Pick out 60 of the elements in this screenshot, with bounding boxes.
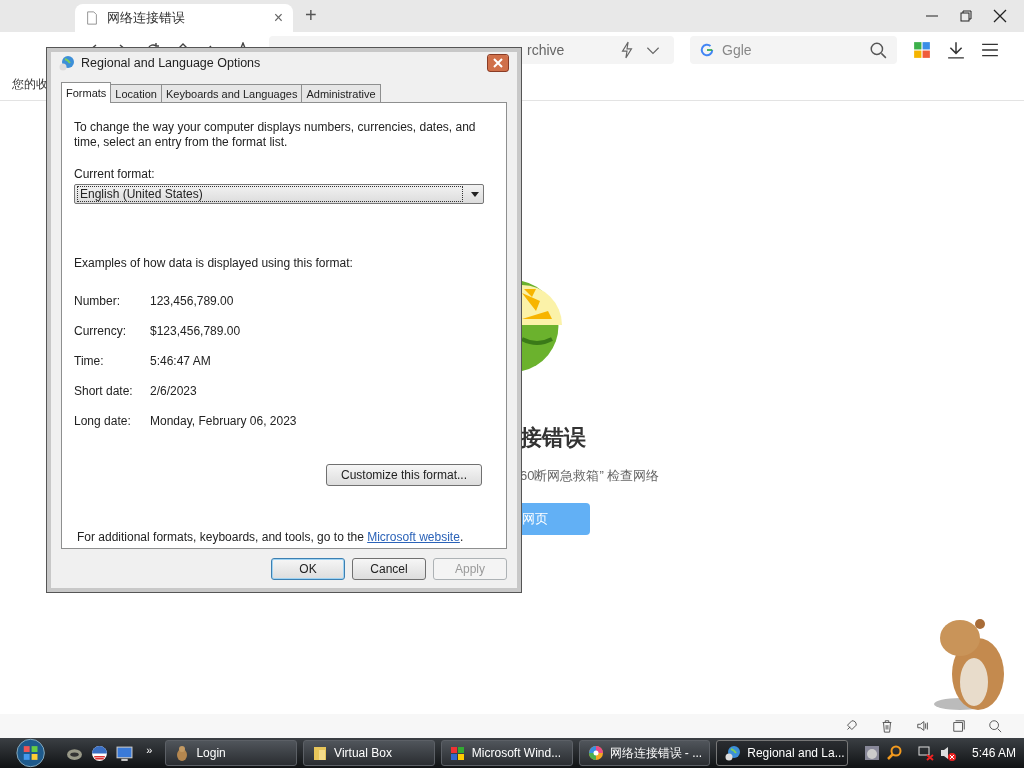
new-tab-button[interactable]: + bbox=[305, 3, 317, 27]
magnifier-icon[interactable] bbox=[885, 745, 902, 761]
taskbar-button[interactable]: Login bbox=[165, 740, 298, 766]
apps-grid-icon[interactable] bbox=[913, 41, 931, 59]
restore-icon[interactable] bbox=[958, 8, 974, 24]
window-icon[interactable] bbox=[952, 719, 966, 733]
taskbar-button[interactable]: Regional and La... bbox=[716, 740, 848, 766]
examples-label: Examples of how data is displayed using this format: bbox=[74, 256, 354, 270]
customize-button[interactable]: Customize this format... bbox=[326, 464, 482, 486]
overflow-button[interactable]: » bbox=[146, 744, 153, 756]
network-error-icon[interactable] bbox=[917, 745, 934, 761]
monitor-icon[interactable] bbox=[116, 744, 134, 762]
folder-icon bbox=[312, 745, 329, 761]
speaker-icon[interactable] bbox=[916, 719, 930, 733]
tab-close-button[interactable]: × bbox=[273, 9, 283, 27]
example-value: $123,456,789.00 bbox=[150, 324, 242, 338]
browser-tab[interactable]: 网络连接错误 × bbox=[75, 4, 293, 32]
field-label: Current format: bbox=[74, 167, 156, 181]
dialog-button[interactable]: Cancel bbox=[352, 558, 426, 580]
window-title: Regional and Language Options bbox=[81, 56, 262, 70]
globe-icon bbox=[725, 745, 742, 761]
example-value: 123,456,789.00 bbox=[150, 294, 235, 308]
google-icon bbox=[700, 43, 714, 57]
example-label: Short date: bbox=[74, 384, 134, 398]
trash-icon[interactable] bbox=[880, 719, 894, 733]
example-value: Monday, February 06, 2023 bbox=[150, 414, 298, 428]
taskbar-button[interactable]: Microsoft Wind... bbox=[440, 740, 573, 766]
example-label: Time: bbox=[74, 354, 105, 368]
windows-icon bbox=[449, 745, 466, 761]
microsoft-link[interactable]: Microsoft website bbox=[367, 530, 460, 544]
bookmark-item[interactable]: 您的收 bbox=[12, 75, 48, 93]
taskbar-button[interactable]: 网络连接错误 - ... bbox=[578, 740, 711, 766]
taskbar-button[interactable]: Virtual Box bbox=[303, 740, 435, 766]
download-icon[interactable] bbox=[947, 41, 965, 59]
tab-title: 网络连接错误 bbox=[107, 9, 186, 27]
example-label: Currency: bbox=[74, 324, 127, 338]
search-icon[interactable] bbox=[988, 719, 1002, 733]
example-value: 5:46:47 AM bbox=[150, 354, 212, 368]
speaker-muted-icon[interactable] bbox=[939, 745, 956, 761]
dialog-tab[interactable]: Administrative bbox=[301, 84, 381, 102]
page-icon bbox=[85, 11, 99, 25]
close-icon[interactable] bbox=[487, 54, 509, 72]
dropdown-arrow-icon bbox=[471, 191, 479, 197]
dialog-tab[interactable]: Formats bbox=[61, 82, 112, 103]
search-icon[interactable] bbox=[869, 41, 887, 59]
globe-icon bbox=[59, 55, 75, 71]
browser-logo-icon bbox=[587, 745, 604, 761]
dialog-button[interactable]: OK bbox=[271, 558, 345, 580]
footer-text: For additional formats, keyboards, and tools, go to the Microsoft website. bbox=[76, 530, 465, 544]
emblem-icon[interactable] bbox=[91, 744, 109, 762]
menu-icon[interactable] bbox=[981, 41, 999, 59]
example-value: 2/6/2023 bbox=[150, 384, 198, 398]
dialog-tab[interactable]: Keyboards and Languages bbox=[160, 84, 303, 102]
dialog-tab[interactable]: Location bbox=[110, 84, 162, 102]
intro-text: To change the way your computer displays numbers, currencies, dates, and time, select an entry from the format list. bbox=[74, 120, 477, 150]
example-label: Number: bbox=[74, 294, 121, 308]
clock: 5:46 AM bbox=[971, 746, 1016, 760]
close-icon[interactable] bbox=[992, 8, 1008, 24]
format-dropdown[interactable]: English (United States) bbox=[74, 184, 484, 204]
example-label: Long date: bbox=[74, 414, 132, 428]
